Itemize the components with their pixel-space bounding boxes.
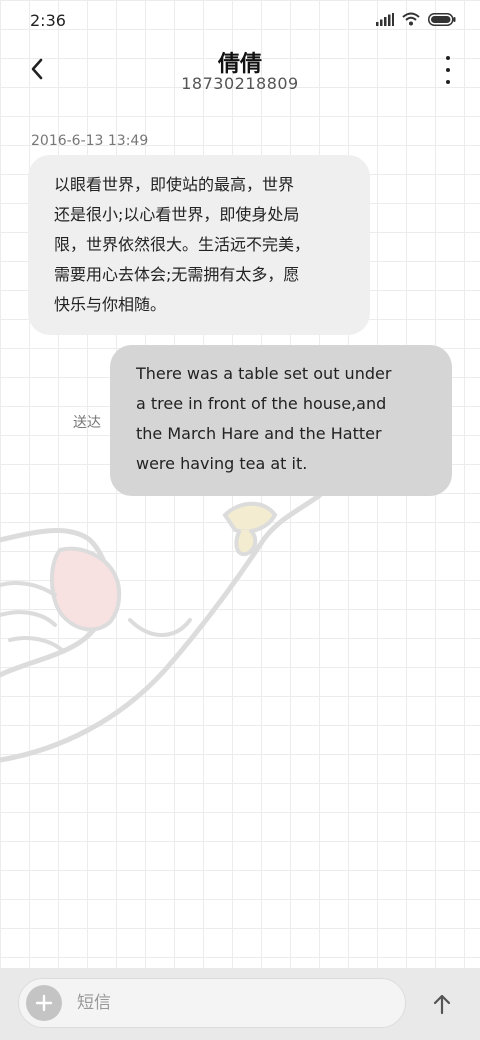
more-dot-icon [446, 56, 450, 60]
conversation-header: 倩倩 18730218809 [0, 40, 480, 100]
background-bird-illustration [0, 492, 323, 763]
incoming-message-bubble[interactable]: 以眼看世界，即使站的最高，世界 还是很小;以心看世界，即使身处局 限，世界依然很… [28, 155, 370, 335]
plus-icon [35, 994, 53, 1012]
arrow-up-icon [433, 994, 451, 1015]
send-button[interactable] [426, 988, 458, 1020]
message-line: 还是很小;以心看世界，即使身处局 [54, 205, 300, 224]
more-dot-icon [446, 80, 450, 84]
status-time: 2:36 [30, 11, 66, 30]
message-line: 限，世界依然很大。生活远不完美， [54, 235, 311, 254]
status-icons [376, 12, 456, 26]
delivery-status: 送达 [73, 415, 101, 431]
battery-icon [428, 12, 456, 26]
more-dot-icon [446, 68, 450, 72]
message-line: were having tea at it. [136, 454, 308, 473]
add-attachment-button[interactable] [26, 985, 62, 1021]
message-input[interactable] [77, 991, 377, 1015]
message-line: 以眼看世界，即使站的最高，世界 [54, 175, 295, 194]
message-line: There was a table set out under [136, 364, 392, 383]
outgoing-message-bubble[interactable]: There was a table set out under a tree i… [110, 345, 452, 496]
status-bar: 2:36 [0, 0, 480, 40]
contact-phone: 18730218809 [181, 74, 299, 93]
wifi-icon [402, 12, 420, 26]
message-line: the March Hare and the Hatter [136, 424, 382, 443]
message-timestamp: 2016-6-13 13:49 [31, 133, 149, 149]
signal-icon [376, 12, 394, 26]
message-line: a tree in front of the house,and [136, 394, 387, 413]
message-line: 快乐与你相随。 [54, 295, 167, 314]
composer-bar [0, 968, 480, 1040]
more-options-button[interactable] [442, 56, 454, 84]
message-input-container [18, 978, 406, 1028]
message-line: 需要用心去体会;无需拥有太多，愿 [54, 265, 300, 284]
